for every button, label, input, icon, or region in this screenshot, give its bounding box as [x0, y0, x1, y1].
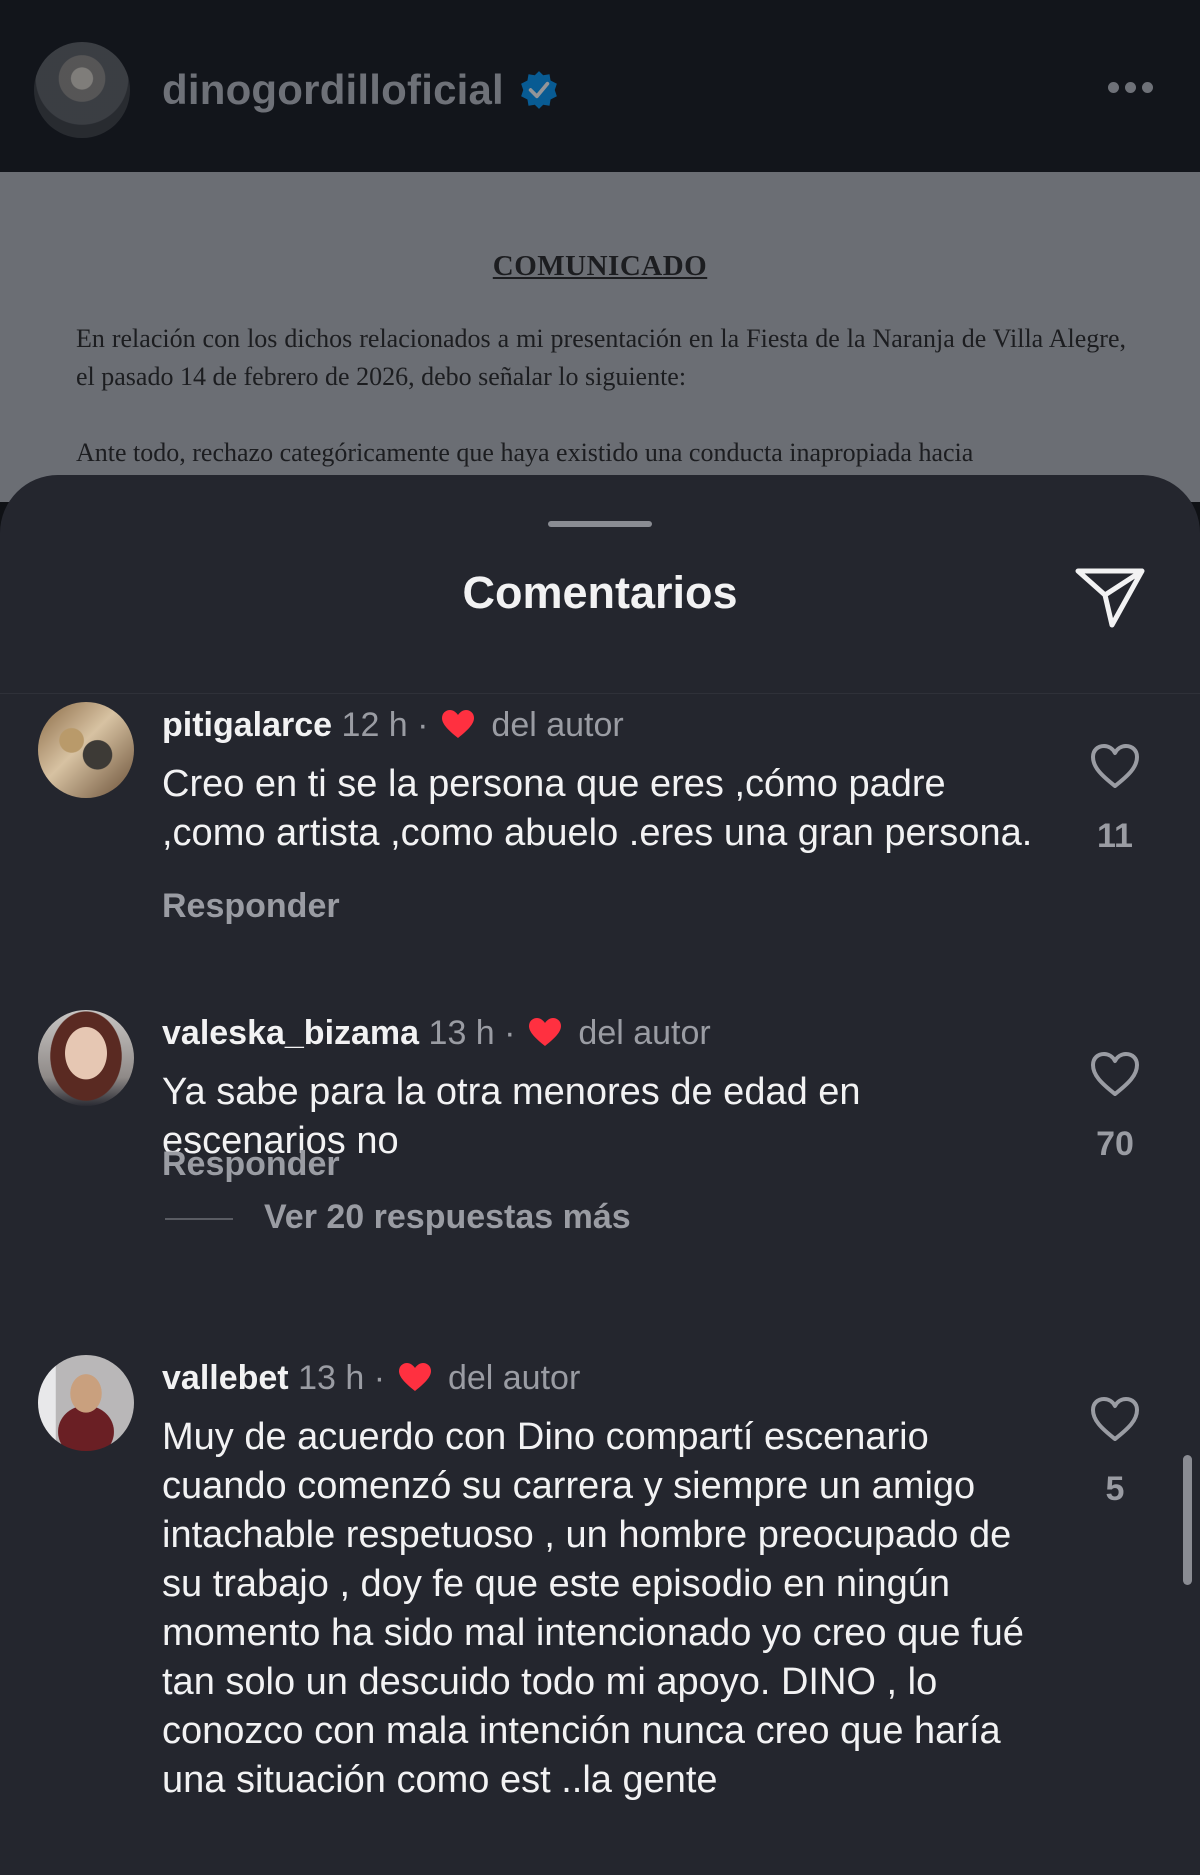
scrollbar[interactable]	[1183, 1455, 1192, 1585]
comment-avatar[interactable]	[38, 702, 134, 798]
sheet-title: Comentarios	[462, 567, 738, 618]
comments-sheet: Comentarios pitigalarce 12 h · del autor…	[0, 475, 1200, 1875]
comment-meta: valeska_bizama 13 h · del autor	[162, 1014, 711, 1053]
separator: ·	[504, 1014, 516, 1052]
document-paragraph: Ante todo, rechazo categóricamente que h…	[76, 438, 974, 467]
like-count: 11	[1097, 817, 1133, 855]
reply-button[interactable]: Responder	[162, 887, 340, 926]
heart-icon	[398, 1363, 431, 1391]
separator: ·	[373, 1359, 386, 1397]
reply-button[interactable]: Responder	[162, 1145, 340, 1184]
like-icon[interactable]	[1089, 1050, 1141, 1098]
comment-meta: vallebet 13 h · del autor	[162, 1359, 580, 1398]
comment-time: 13 h	[298, 1359, 365, 1397]
comment-time: 12 h	[341, 706, 408, 744]
comment-username[interactable]: pitigalarce	[162, 706, 332, 744]
header-username[interactable]: dinogordilloficial	[162, 66, 504, 114]
author-like-label: del autor	[447, 1359, 581, 1397]
heart-icon	[441, 710, 474, 738]
verified-badge-icon	[521, 71, 557, 109]
like-icon[interactable]	[1089, 742, 1141, 790]
heart-icon	[528, 1018, 561, 1046]
comment-avatar[interactable]	[38, 1355, 134, 1451]
like-count: 70	[1096, 1125, 1134, 1163]
post-header: dinogordilloficial	[0, 0, 1200, 172]
comment-text: Creo en ti se la persona que eres ,cómo …	[162, 763, 1033, 854]
author-like-label: del autor	[578, 1014, 711, 1052]
like-count: 5	[1105, 1470, 1125, 1508]
more-options-icon[interactable]	[1108, 80, 1160, 96]
profile-avatar[interactable]	[34, 42, 130, 138]
separator: ·	[417, 706, 429, 744]
comment-avatar[interactable]	[38, 1010, 134, 1106]
document-paragraph: En relación con los dichos relacionados …	[76, 324, 1126, 391]
comment-meta: pitigalarce 12 h · del autor	[162, 706, 624, 745]
comment-time: 13 h	[428, 1014, 495, 1052]
comment-username[interactable]: vallebet	[162, 1359, 289, 1397]
document-title: COMUNICADO	[492, 250, 708, 282]
view-replies-button[interactable]: Ver 20 respuestas más	[264, 1198, 631, 1237]
post-image: COMUNICADO En relación con los dichos re…	[0, 172, 1200, 502]
author-like-label: del autor	[491, 706, 624, 744]
send-icon[interactable]	[1072, 561, 1148, 633]
replies-line	[165, 1218, 233, 1220]
like-icon[interactable]	[1089, 1395, 1141, 1443]
comment-text: Muy de acuerdo con Dino compartí escenar…	[162, 1416, 1024, 1801]
divider	[0, 693, 1200, 694]
comment-username[interactable]: valeska_bizama	[162, 1014, 419, 1052]
drag-handle[interactable]	[548, 521, 652, 527]
